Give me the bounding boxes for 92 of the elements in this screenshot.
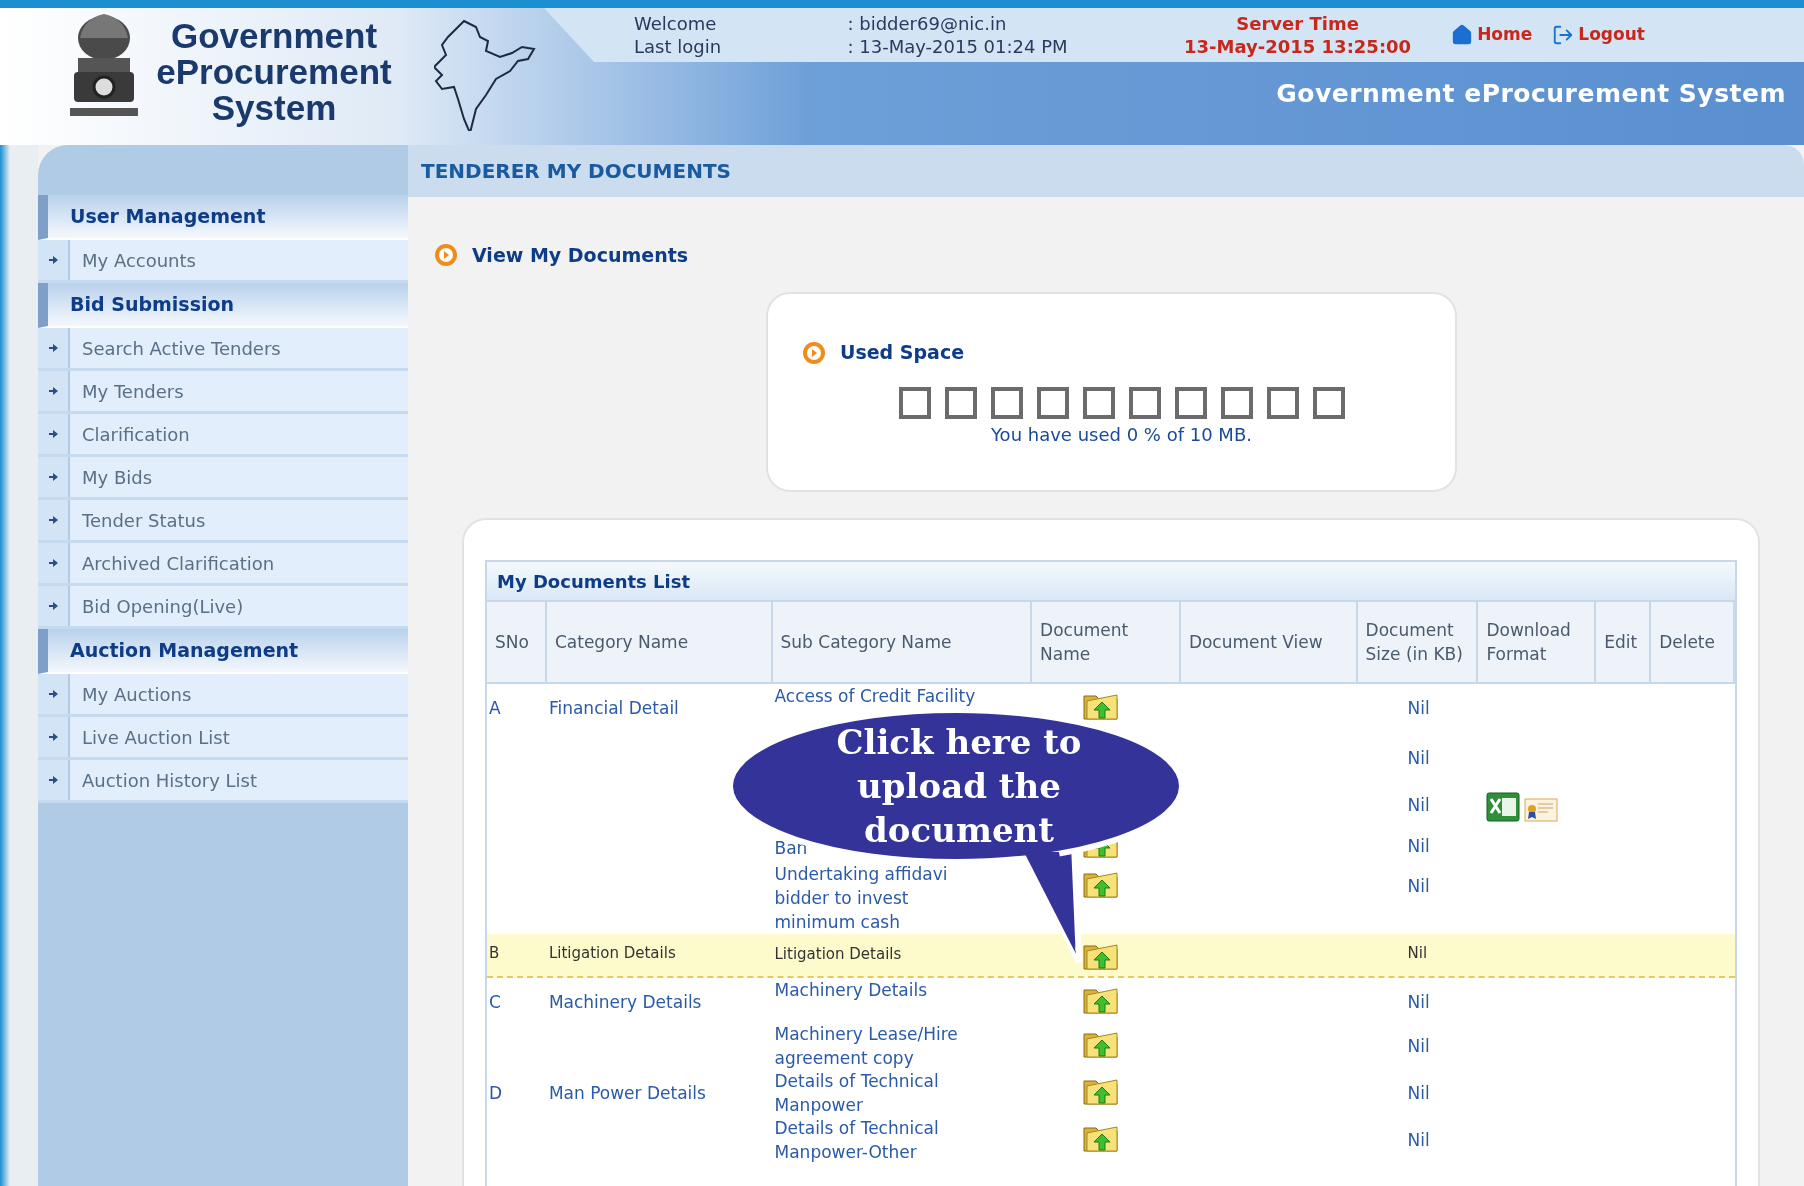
welcome-value: : bidder69@nic.in <box>847 12 1008 35</box>
sub-category-cell-text: Details of Technical Manpower <box>774 1070 940 1117</box>
sidebar-item[interactable]: Live Auction List <box>70 717 408 757</box>
certificate-icon[interactable] <box>1524 798 1559 822</box>
arrow-icon <box>48 472 58 482</box>
category-cell: Man Power Details <box>548 1083 706 1103</box>
category-cell: Machinery Details <box>548 992 702 1012</box>
arrow-icon <box>48 775 58 785</box>
meter-segment <box>1174 386 1207 419</box>
arrow-icon <box>48 429 58 439</box>
sidebar-item[interactable]: Search Active Tenders <box>70 328 408 368</box>
sno-cell: B <box>489 944 500 962</box>
sidebar-item[interactable]: Archived Clarification <box>70 543 408 583</box>
sidebar-section-header[interactable]: Bid Submission <box>38 283 408 328</box>
sidebar-item[interactable]: Auction History List <box>70 760 408 800</box>
category-cell: Financial Detail <box>548 698 679 718</box>
column-header: Document Name <box>1032 602 1181 682</box>
sidebar-section-header[interactable]: User Management <box>38 195 408 240</box>
last-login-value: : 13-May-2015 01:24 PM <box>847 35 1069 58</box>
meter-segment <box>990 386 1023 419</box>
sidebar-item[interactable]: My Tenders <box>70 371 408 411</box>
documents-list-title: My Documents List <box>487 562 1735 600</box>
welcome-label: Welcome <box>634 12 718 35</box>
meter-segment <box>1312 386 1345 419</box>
meter-segment <box>1036 386 1069 419</box>
sub-category-cell-text: Access of Credit Facility <box>774 685 976 708</box>
arrow-icon <box>48 255 58 265</box>
column-header: SNo <box>487 602 547 682</box>
arrow-icon <box>48 386 58 396</box>
sub-category-cell-text: Details of Technical Manpower-Other <box>774 1117 940 1164</box>
column-header: Document View <box>1180 602 1358 682</box>
sidebar-section-header[interactable]: Auction Management <box>38 629 408 674</box>
column-header: Document Size (in KB) <box>1357 602 1479 682</box>
server-time-label: Server Time <box>1236 12 1359 35</box>
server-time: 13-May-2015 13:25:00 <box>1184 35 1412 58</box>
play-icon <box>802 340 826 365</box>
sidebar-item[interactable]: My Accounts <box>70 240 408 280</box>
sno-cell: A <box>489 698 501 718</box>
arrow-icon <box>48 732 58 742</box>
sidebar-item[interactable]: My Auctions <box>70 674 408 714</box>
sub-category-cell-text: Litigation Details <box>774 944 902 965</box>
size-cell: Nil <box>1407 876 1430 896</box>
sidebar-item[interactable]: Clarification <box>70 414 408 454</box>
column-header: Delete <box>1651 602 1735 682</box>
arrow-icon <box>48 558 58 568</box>
meter-segment <box>944 386 977 419</box>
arrow-icon <box>48 515 58 525</box>
size-cell: Nil <box>1407 836 1430 856</box>
size-cell: Nil <box>1407 698 1430 718</box>
category-cell: Litigation Details <box>548 944 676 962</box>
play-icon <box>434 243 458 268</box>
size-cell: Nil <box>1407 1083 1430 1103</box>
column-header: Category Name <box>546 602 773 682</box>
sub-category-cell-text: Machinery Lease/Hire agreement copy <box>774 1023 959 1070</box>
size-cell: Nil <box>1407 992 1430 1012</box>
sub-category-cell-text: Machinery Details <box>774 979 928 1002</box>
sidebar-item[interactable]: My Bids <box>70 457 408 497</box>
page-title-bar: TENDERER MY DOCUMENTS <box>408 145 1804 197</box>
column-header: Download Format <box>1478 602 1597 682</box>
sub-category-cell-text: Undertaking affidavi bidder to invest minimum cash <box>774 863 949 934</box>
spreadsheet-icon[interactable] <box>1486 792 1521 822</box>
usage-caption: You have used 0 % of 10 MB. <box>991 422 1252 447</box>
callout-text: Click here to upload the document <box>835 721 1083 852</box>
size-cell: Nil <box>1407 1130 1430 1150</box>
logout-icon <box>1552 24 1575 46</box>
size-cell: Nil <box>1407 944 1428 962</box>
meter-segment <box>1128 386 1161 419</box>
view-documents-link[interactable]: View My Documents <box>472 240 689 270</box>
arrow-icon <box>48 343 58 353</box>
size-cell: Nil <box>1407 1036 1430 1056</box>
meter-segment <box>898 386 931 419</box>
last-login-label: Last login <box>634 35 723 58</box>
sidebar-item[interactable]: Bid Opening(Live) <box>70 586 408 626</box>
logo-title: Government eProcurement System <box>155 18 393 129</box>
size-cell: Nil <box>1407 795 1430 815</box>
sno-cell: D <box>489 1083 503 1103</box>
sno-cell: C <box>489 992 501 1012</box>
size-cell: Nil <box>1407 748 1430 768</box>
column-header: Edit <box>1596 602 1652 682</box>
home-link[interactable]: Home <box>1451 22 1533 48</box>
sub-category-cell-text: Ban <box>774 837 808 860</box>
home-icon <box>1451 24 1474 46</box>
meter-segment <box>1266 386 1299 419</box>
meter-segment <box>1082 386 1115 419</box>
column-header: Sub Category Name <box>772 602 1033 682</box>
sidebar-item[interactable]: Tender Status <box>70 500 408 540</box>
logout-link[interactable]: Logout <box>1552 22 1645 48</box>
arrow-icon <box>48 689 58 699</box>
arrow-icon <box>48 601 58 611</box>
used-space-title: Used Space <box>840 340 965 366</box>
system-title: Government eProcurement System <box>1276 77 1786 110</box>
meter-segment <box>1220 386 1253 419</box>
